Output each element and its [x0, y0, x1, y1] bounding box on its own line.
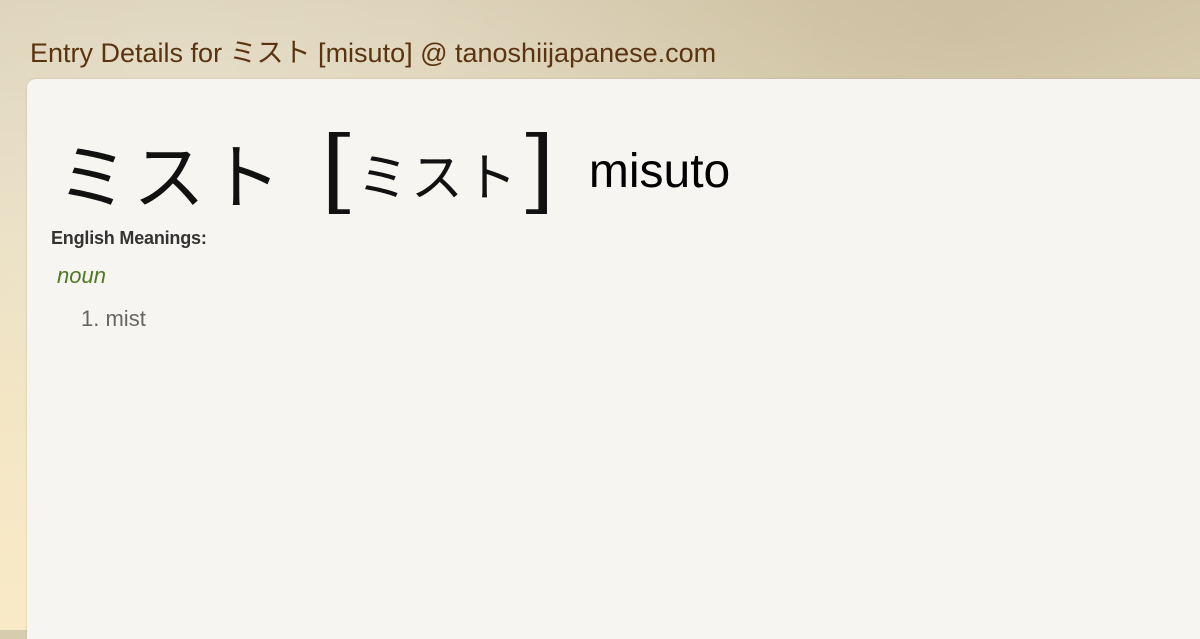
english-meanings-label: English Meanings:: [51, 228, 207, 248]
romaji-reading: misuto: [588, 144, 731, 198]
reading-bracket-close: ]: [518, 117, 555, 224]
japanese-word: ミスト: [57, 135, 286, 220]
definition-text: mist: [105, 306, 146, 331]
definition-number: 1.: [81, 306, 100, 331]
part-of-speech: noun: [57, 263, 106, 288]
kana-reading: ミスト: [356, 148, 519, 209]
definition-item: 1. mist: [81, 306, 146, 332]
entry-panel: ミスト [ ミスト ] misuto English Meanings: nou…: [27, 79, 1200, 639]
definition-list: 1. mist: [81, 306, 146, 332]
reading-bracket-open: [: [321, 117, 357, 224]
page-title: Entry Details for ミスト [misuto] @ tanoshi…: [30, 38, 717, 68]
entry-header: ミスト [ ミスト ] misuto: [57, 121, 730, 221]
